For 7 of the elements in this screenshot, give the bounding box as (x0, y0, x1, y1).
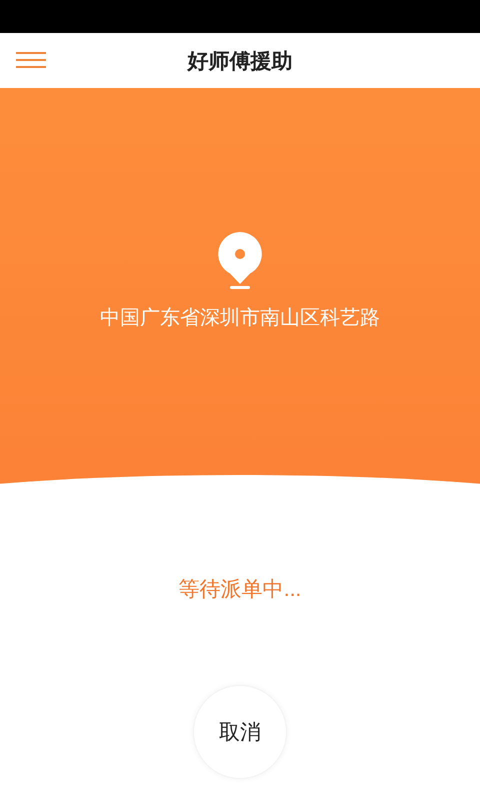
cancel-button[interactable]: 取消 (193, 685, 287, 779)
address-text: 中国广东省深圳市南山区科艺路 (100, 306, 380, 331)
app-title: 好师傅援助 (188, 48, 292, 74)
menu-button[interactable] (16, 51, 46, 69)
location-pin-icon (216, 230, 264, 290)
status-text: 等待派单中... (178, 577, 302, 603)
menu-icon (16, 51, 46, 69)
